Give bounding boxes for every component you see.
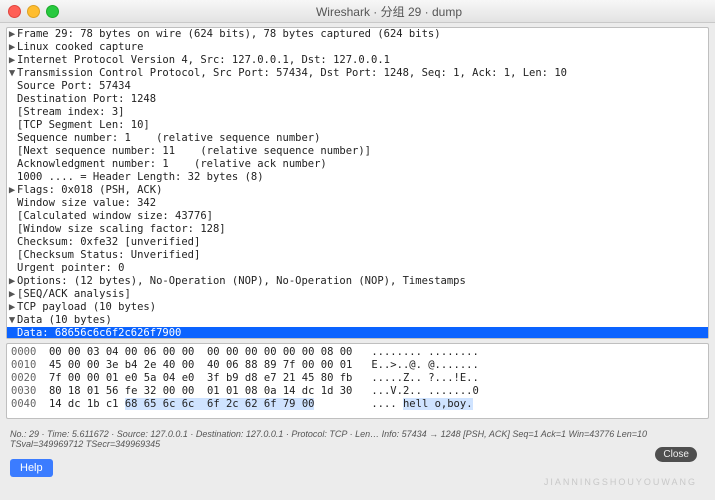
tree-row[interactable]: ▶Flags: 0x018 (PSH, ACK) (7, 184, 708, 197)
tree-row-text: Data (10 bytes) (17, 314, 112, 327)
window-controls (8, 5, 59, 18)
tree-row[interactable]: Window size value: 342 (7, 197, 708, 210)
expander-open-icon[interactable]: ▼ (7, 67, 17, 80)
tree-row[interactable]: [Checksum Status: Unverified] (7, 249, 708, 262)
tree-row[interactable]: ▶Internet Protocol Version 4, Src: 127.0… (7, 54, 708, 67)
tree-row[interactable]: ▶[SEQ/ACK analysis] (7, 288, 708, 301)
tree-row[interactable]: ▼Data (10 bytes) (7, 314, 708, 327)
tree-row-text: Acknowledgment number: 1 (relative ack n… (17, 158, 327, 171)
tree-row-text: Internet Protocol Version 4, Src: 127.0.… (17, 54, 390, 67)
expander-placeholder (7, 119, 17, 132)
tree-row[interactable]: ▶Options: (12 bytes), No-Operation (NOP)… (7, 275, 708, 288)
footer-watermark: JIANNINGSHOUYOUWANG (544, 477, 697, 487)
tree-row-text: Source Port: 57434 (17, 80, 131, 93)
expander-placeholder (7, 93, 17, 106)
expander-placeholder (7, 262, 17, 275)
tree-row-text: Sequence number: 1 (relative sequence nu… (17, 132, 320, 145)
tree-row-text: [Calculated window size: 43776] (17, 210, 213, 223)
tree-row-text: Checksum: 0xfe32 [unverified] (17, 236, 200, 249)
hex-row[interactable]: 0000 00 00 03 04 00 06 00 00 00 00 00 00… (11, 346, 704, 359)
tree-row-text: Data: 68656c6c6f2c626f7900 (17, 327, 181, 338)
tree-row[interactable]: Source Port: 57434 (7, 80, 708, 93)
close-icon[interactable] (8, 5, 21, 18)
tree-row[interactable]: Checksum: 0xfe32 [unverified] (7, 236, 708, 249)
window-titlebar: Wireshark · 分组 29 · dump (0, 0, 715, 23)
hex-dump[interactable]: 0000 00 00 03 04 00 06 00 00 00 00 00 00… (7, 344, 708, 418)
expander-placeholder (7, 327, 17, 338)
tree-row-text: Options: (12 bytes), No-Operation (NOP),… (17, 275, 466, 288)
window-title: Wireshark · 分组 29 · dump (71, 3, 707, 20)
expander-placeholder (7, 249, 17, 262)
tree-row[interactable]: Sequence number: 1 (relative sequence nu… (7, 132, 708, 145)
expander-placeholder (7, 171, 17, 184)
expander-placeholder (7, 132, 17, 145)
expander-closed-icon[interactable]: ▶ (7, 28, 17, 41)
expander-placeholder (7, 158, 17, 171)
expander-placeholder (7, 223, 17, 236)
tree-row[interactable]: [Calculated window size: 43776] (7, 210, 708, 223)
tree-row-text: [Window size scaling factor: 128] (17, 223, 226, 236)
hex-row[interactable]: 0040 14 dc 1b c1 68 65 6c 6c 6f 2c 62 6f… (11, 398, 704, 411)
tree-row-text: [SEQ/ACK analysis] (17, 288, 131, 301)
tree-row-text: [Checksum Status: Unverified] (17, 249, 200, 262)
expander-closed-icon[interactable]: ▶ (7, 288, 17, 301)
expander-closed-icon[interactable]: ▶ (7, 184, 17, 197)
tree-row[interactable]: Urgent pointer: 0 (7, 262, 708, 275)
tree-row[interactable]: [Stream index: 3] (7, 106, 708, 119)
zoom-icon[interactable] (46, 5, 59, 18)
expander-closed-icon[interactable]: ▶ (7, 41, 17, 54)
expander-closed-icon[interactable]: ▶ (7, 301, 17, 314)
tree-row[interactable]: ▼Transmission Control Protocol, Src Port… (7, 67, 708, 80)
tree-row[interactable]: Acknowledgment number: 1 (relative ack n… (7, 158, 708, 171)
packet-details-pane: ▶Frame 29: 78 bytes on wire (624 bits), … (6, 27, 709, 339)
hex-row[interactable]: 0020 7f 00 00 01 e0 5a 04 e0 3f b9 d8 e7… (11, 372, 704, 385)
tree-row-text: [Stream index: 3] (17, 106, 124, 119)
help-button[interactable]: Help (10, 459, 53, 477)
tree-row[interactable]: [Window size scaling factor: 128] (7, 223, 708, 236)
tree-row-text: Destination Port: 1248 (17, 93, 156, 106)
minimize-icon[interactable] (27, 5, 40, 18)
tree-row-text: Urgent pointer: 0 (17, 262, 124, 275)
tree-row-text: TCP payload (10 bytes) (17, 301, 156, 314)
tree-row[interactable]: [Next sequence number: 11 (relative sequ… (7, 145, 708, 158)
tree-row-text: Linux cooked capture (17, 41, 143, 54)
expander-placeholder (7, 80, 17, 93)
close-badge[interactable]: Close (655, 447, 697, 462)
expander-open-icon[interactable]: ▼ (7, 314, 17, 327)
tree-row-text: Transmission Control Protocol, Src Port:… (17, 67, 567, 80)
expander-placeholder (7, 145, 17, 158)
protocol-tree[interactable]: ▶Frame 29: 78 bytes on wire (624 bits), … (7, 28, 708, 338)
expander-placeholder (7, 210, 17, 223)
hex-row[interactable]: 0010 45 00 00 3e b4 2e 40 00 40 06 88 89… (11, 359, 704, 372)
tree-row[interactable]: 1000 .... = Header Length: 32 bytes (8) (7, 171, 708, 184)
tree-row[interactable]: [TCP Segment Len: 10] (7, 119, 708, 132)
expander-closed-icon[interactable]: ▶ (7, 275, 17, 288)
expander-placeholder (7, 236, 17, 249)
hex-row[interactable]: 0030 80 18 01 56 fe 32 00 00 01 01 08 0a… (11, 385, 704, 398)
expander-placeholder (7, 197, 17, 210)
packet-bytes-pane: 0000 00 00 03 04 00 06 00 00 00 00 00 00… (6, 343, 709, 419)
tree-row-text: Window size value: 342 (17, 197, 156, 210)
status-bar: No.: 29 · Time: 5.611672 · Source: 127.0… (0, 423, 715, 455)
expander-placeholder (7, 106, 17, 119)
tree-row-text: Flags: 0x018 (PSH, ACK) (17, 184, 162, 197)
tree-row-text: [Next sequence number: 11 (relative sequ… (17, 145, 371, 158)
tree-row[interactable]: ▶TCP payload (10 bytes) (7, 301, 708, 314)
tree-row-text: Frame 29: 78 bytes on wire (624 bits), 7… (17, 28, 441, 41)
tree-row[interactable]: Data: 68656c6c6f2c626f7900 (7, 327, 708, 338)
expander-closed-icon[interactable]: ▶ (7, 54, 17, 67)
tree-row[interactable]: ▶Frame 29: 78 bytes on wire (624 bits), … (7, 28, 708, 41)
tree-row[interactable]: ▶Linux cooked capture (7, 41, 708, 54)
tree-row-text: 1000 .... = Header Length: 32 bytes (8) (17, 171, 264, 184)
tree-row-text: [TCP Segment Len: 10] (17, 119, 150, 132)
tree-row[interactable]: Destination Port: 1248 (7, 93, 708, 106)
